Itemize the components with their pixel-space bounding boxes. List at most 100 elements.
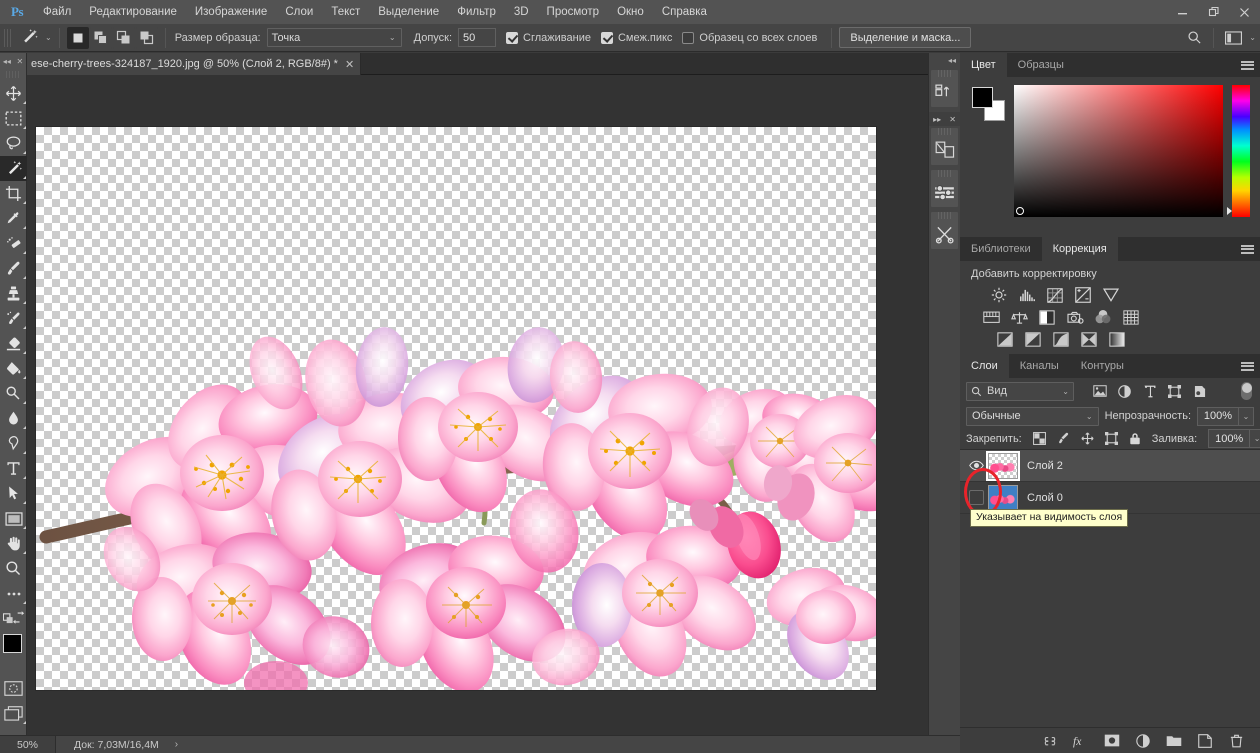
layer-name-label[interactable]: Слой 0: [1027, 492, 1063, 504]
table-row[interactable]: Слой 2: [960, 450, 1260, 482]
clone-stamp-tool[interactable]: [0, 281, 27, 306]
rectangular-marquee-tool[interactable]: [0, 106, 27, 131]
gradient-map-icon[interactable]: [1107, 329, 1127, 349]
adjustment-layers-filter-icon[interactable]: [1117, 383, 1132, 399]
menu-layers[interactable]: Слои: [276, 0, 322, 24]
menu-window[interactable]: Окно: [608, 0, 653, 24]
layer-name-label[interactable]: Слой 2: [1027, 460, 1063, 472]
menu-image[interactable]: Изображение: [186, 0, 276, 24]
delete-layer-icon[interactable]: [1228, 733, 1244, 749]
color-picker-marker[interactable]: [1016, 207, 1024, 215]
antialias-checkbox[interactable]: [506, 31, 519, 44]
menu-view[interactable]: Просмотр: [538, 0, 609, 24]
workspace-arrange-icon[interactable]: [931, 79, 958, 105]
shape-layers-filter-icon[interactable]: [1167, 383, 1182, 399]
fill-chevron-icon[interactable]: ⌄: [1250, 429, 1260, 448]
color-balance-icon[interactable]: [1009, 307, 1029, 327]
lock-position-icon[interactable]: [1081, 432, 1094, 446]
dock-group-grip[interactable]: [938, 70, 951, 77]
exposure-icon[interactable]: [1073, 285, 1093, 305]
posterize-icon[interactable]: [1023, 329, 1043, 349]
select-and-mask-button[interactable]: Выделение и маска...: [839, 27, 972, 48]
dock-collapse-icon[interactable]: ◂◂: [929, 53, 960, 68]
adjustments-panel-menu-icon[interactable]: [1241, 237, 1254, 261]
foreground-color-swatch[interactable]: [3, 634, 22, 653]
menu-file[interactable]: Файл: [34, 0, 80, 24]
path-selection-tool[interactable]: [0, 481, 27, 506]
type-layers-filter-icon[interactable]: [1142, 383, 1157, 399]
intersect-selection-button[interactable]: [135, 26, 158, 49]
properties-sliders-icon[interactable]: [931, 179, 958, 205]
antialias-checkbox-group[interactable]: Сглаживание: [506, 31, 591, 44]
document-tab[interactable]: ese-cherry-trees-324187_1920.jpg @ 50% (…: [27, 53, 362, 75]
add-layer-mask-icon[interactable]: [1104, 733, 1120, 749]
eraser-tool[interactable]: [0, 331, 27, 356]
color-picker-field[interactable]: [1014, 85, 1223, 217]
edit-toolbar-ellipsis-icon[interactable]: [0, 581, 27, 606]
blur-drop-icon[interactable]: [0, 406, 27, 431]
smart-object-filter-icon[interactable]: [1192, 383, 1207, 399]
pen-tool[interactable]: [0, 431, 27, 456]
type-tool[interactable]: [0, 456, 27, 481]
layer-filter-kind-select[interactable]: Вид ⌄: [966, 381, 1074, 401]
add-to-selection-button[interactable]: [89, 26, 112, 49]
sample-size-select[interactable]: Точка ⌄: [266, 28, 402, 47]
lasso-tool[interactable]: [0, 131, 27, 156]
curves-icon[interactable]: [1045, 285, 1065, 305]
magic-wand-icon[interactable]: [14, 26, 44, 50]
menu-text[interactable]: Текст: [322, 0, 369, 24]
layer-style-fx-icon[interactable]: fx: [1073, 733, 1089, 749]
lock-all-icon[interactable]: [1129, 432, 1141, 446]
selective-color-icon[interactable]: [1079, 329, 1099, 349]
opacity-chevron-icon[interactable]: ⌄: [1239, 406, 1254, 426]
new-adjustment-layer-icon[interactable]: [1135, 733, 1151, 749]
move-tool[interactable]: [0, 81, 27, 106]
history-brush-tool[interactable]: [0, 306, 27, 331]
layers-panel-menu-icon[interactable]: [1241, 354, 1254, 378]
photo-filter-icon[interactable]: [1065, 307, 1085, 327]
color-panel-menu-icon[interactable]: [1241, 53, 1254, 77]
search-icon[interactable]: [1181, 27, 1207, 49]
tools-scissors-icon[interactable]: [931, 221, 958, 247]
menu-3d[interactable]: 3D: [505, 0, 538, 24]
tab-libraries[interactable]: Библиотеки: [960, 237, 1042, 261]
zoom-tool[interactable]: [0, 556, 27, 581]
workspace-switcher-icon[interactable]: [1220, 27, 1246, 49]
pixel-layers-filter-icon[interactable]: [1092, 383, 1107, 399]
collapse-panel-icon[interactable]: ◂◂: [3, 57, 11, 66]
menu-filter[interactable]: Фильтр: [448, 0, 505, 24]
paint-bucket-tool[interactable]: [0, 356, 27, 381]
tolerance-input[interactable]: 50: [458, 28, 497, 47]
menu-help[interactable]: Справка: [653, 0, 716, 24]
hue-saturation-icon[interactable]: [981, 307, 1001, 327]
opacity-value[interactable]: 100%: [1197, 406, 1239, 426]
new-layer-icon[interactable]: [1197, 733, 1213, 749]
fill-value[interactable]: 100%: [1208, 429, 1251, 448]
layer-comps-icon[interactable]: [931, 137, 958, 163]
lock-transparent-pixels-icon[interactable]: [1032, 432, 1046, 446]
tab-paths[interactable]: Контуры: [1069, 354, 1135, 378]
visibility-toggle-layer-0[interactable]: [964, 490, 988, 505]
tab-channels[interactable]: Каналы: [1008, 354, 1070, 378]
tab-adjustments[interactable]: Коррекция: [1041, 237, 1118, 261]
tab-layers[interactable]: Слои: [960, 354, 1009, 378]
dock-group-grip-3[interactable]: [938, 170, 951, 177]
zoom-level-field[interactable]: 50%: [0, 735, 56, 753]
close-panel-icon[interactable]: ✕: [16, 57, 23, 66]
black-white-icon[interactable]: [1037, 307, 1057, 327]
dodge-tool[interactable]: [0, 381, 27, 406]
color-lookup-icon[interactable]: [1121, 307, 1141, 327]
contiguous-checkbox-group[interactable]: Смеж.пикс: [600, 31, 672, 44]
menu-edit[interactable]: Редактирование: [80, 0, 186, 24]
layer-thumbnail[interactable]: [988, 484, 1018, 511]
lock-artboard-icon[interactable]: [1104, 432, 1118, 446]
lock-image-pixels-icon[interactable]: [1057, 432, 1070, 446]
default-colors-and-swap[interactable]: [0, 606, 27, 628]
new-selection-button[interactable]: [66, 26, 89, 49]
canvas-area[interactable]: [27, 75, 928, 735]
hue-slider-marker[interactable]: [1227, 207, 1232, 215]
restore-button[interactable]: [1198, 2, 1229, 22]
magic-wand-tool[interactable]: [0, 156, 27, 181]
sample-all-layers-checkbox-group[interactable]: Образец со всех слоев: [682, 31, 817, 44]
vibrance-icon[interactable]: [1101, 285, 1121, 305]
